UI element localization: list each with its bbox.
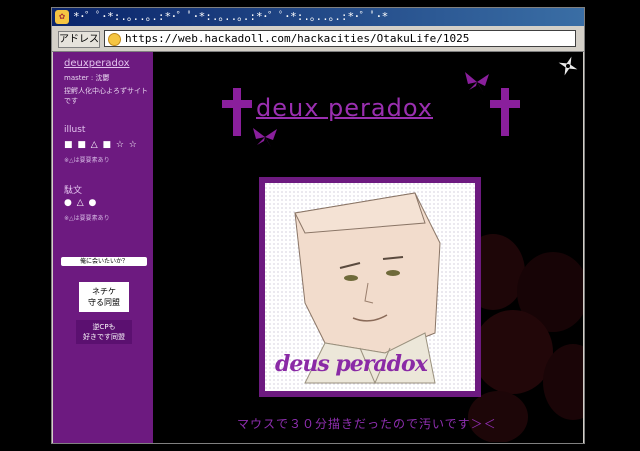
- illustration-frame: deus peradox: [259, 177, 481, 397]
- butterfly-top-icon: [465, 72, 489, 92]
- url-field[interactable]: https://web.hackadoll.com/hackacities/Ot…: [104, 30, 576, 47]
- sidebar-site-link[interactable]: deuxperadox: [64, 58, 130, 69]
- address-bar: アドレス https://web.hackadoll.com/hackaciti…: [52, 26, 584, 52]
- reverse-cp-banner[interactable]: 逆CPも 好きです同盟: [76, 320, 132, 344]
- sidebar-text-note: ※△は要要素あり: [64, 215, 110, 222]
- illustration-image: deus peradox: [265, 183, 475, 391]
- title-bar: ✿ *･゜ﾟ･*:.｡..｡.:*･゜ﾟ･*:.｡..｡.:*･゜ﾟ･*:.｡..…: [52, 8, 584, 26]
- site-title[interactable]: deux peradox: [256, 94, 433, 122]
- page-viewport: deuxperadox master : 沈鬱 捏鰐人化中心よろずサイトです i…: [53, 52, 583, 443]
- sidebar: deuxperadox master : 沈鬱 捏鰐人化中心よろずサイトです i…: [53, 52, 153, 443]
- illustration-caption: マウスで３０分描きだったので汚いです＞＜: [237, 417, 497, 431]
- sidebar-description: 捏鰐人化中心よろずサイトです: [64, 87, 148, 105]
- meet-button[interactable]: 俺に会いたいか？: [61, 257, 147, 266]
- window-title: *･゜ﾟ･*:.｡..｡.:*･゜ﾟ･*:.｡..｡.:*･゜ﾟ･*:.｡..｡…: [73, 10, 389, 23]
- cross-right-icon: [490, 88, 520, 136]
- sidebar-illust-heading: illust: [64, 125, 86, 135]
- illustration-signature: deus peradox: [275, 351, 428, 377]
- butterfly-bottom-icon: [253, 128, 277, 147]
- browser-window: ✿ *･゜ﾟ･*:.｡..｡.:*･゜ﾟ･*:.｡..｡.:*･゜ﾟ･*:.｡..…: [51, 7, 585, 444]
- sidebar-text-heading: 駄文: [64, 186, 83, 196]
- banner1-line2: 守る同盟: [88, 298, 120, 307]
- favicon-icon: [108, 33, 121, 46]
- sidebar-illust-note: ※△は要要素あり: [64, 157, 110, 164]
- banner1-line1: ネチケ: [92, 287, 116, 296]
- address-label: アドレス: [58, 31, 100, 48]
- cross-left-icon: [222, 88, 252, 136]
- sidebar-illust-links[interactable]: ■ ■ △ ■ ☆ ☆: [64, 140, 138, 150]
- shuriken-icon[interactable]: [558, 56, 578, 76]
- url-text: https://web.hackadoll.com/hackacities/Ot…: [125, 32, 470, 45]
- sidebar-master: master : 沈鬱: [64, 74, 110, 82]
- main-content: deux peradox deus peradox マウスで３０分描きだったので…: [153, 52, 583, 443]
- banner2-line2: 好きです同盟: [83, 333, 125, 341]
- sidebar-text-links[interactable]: ● △ ●: [64, 198, 97, 208]
- netiquette-banner[interactable]: ネチケ 守る同盟: [77, 280, 131, 314]
- banner2-line1: 逆CPも: [92, 323, 116, 331]
- app-icon: ✿: [55, 10, 69, 24]
